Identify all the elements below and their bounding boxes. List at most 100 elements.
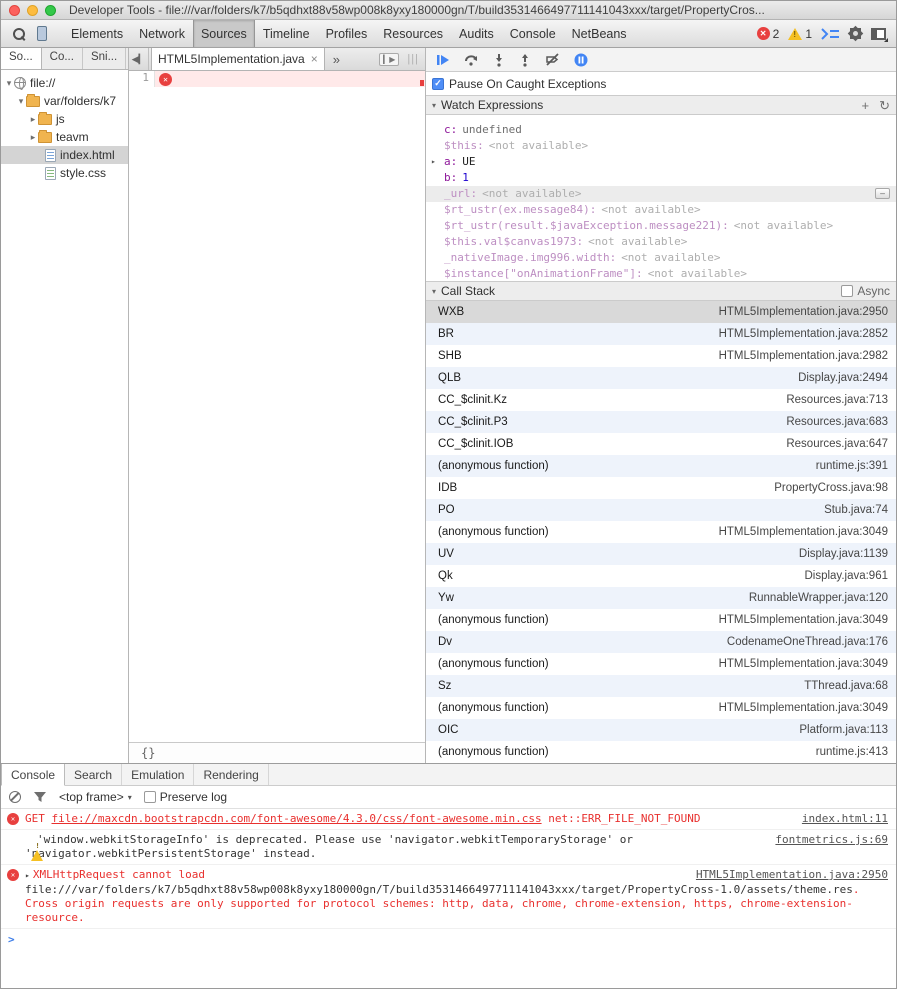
- tree-item-folder[interactable]: ▸ teavm: [1, 128, 128, 146]
- call-stack-frame[interactable]: SHBHTML5Implementation.java:2982: [426, 345, 896, 367]
- watch-expression[interactable]: _nativeImage.img996.width:<not available…: [426, 250, 896, 266]
- tree-item-origin[interactable]: ▾ file://: [1, 74, 128, 92]
- console-prompt[interactable]: >: [1, 929, 896, 951]
- console-message-error[interactable]: ✕ HTML5Implementation.java:2950 ▸XMLHttp…: [1, 865, 896, 929]
- error-count-badge[interactable]: ✕ 2: [757, 27, 780, 41]
- console-message-warning[interactable]: ! fontmetrics.js:69 'window.webkitStorag…: [1, 830, 896, 865]
- watch-expression[interactable]: b:1: [426, 170, 896, 186]
- call-stack-frame[interactable]: IDBPropertyCross.java:98: [426, 477, 896, 499]
- tab-netbeans[interactable]: NetBeans: [564, 20, 635, 47]
- deactivate-breakpoints-icon[interactable]: [545, 53, 560, 66]
- tab-profiles[interactable]: Profiles: [318, 20, 376, 47]
- device-mode-icon[interactable]: [31, 24, 53, 44]
- collapse-icon[interactable]: ▾: [16, 96, 26, 107]
- call-stack-frame[interactable]: CC_$clinit.P3Resources.java:683: [426, 411, 896, 433]
- minimize-window-button[interactable]: [27, 5, 38, 16]
- expand-icon[interactable]: ▸: [28, 114, 38, 125]
- tab-audits[interactable]: Audits: [451, 20, 502, 47]
- watch-expression[interactable]: c:undefined: [426, 122, 896, 138]
- call-stack-frame[interactable]: CC_$clinit.IOBResources.java:647: [426, 433, 896, 455]
- pretty-print-button[interactable]: {}: [141, 746, 155, 760]
- collapse-icon[interactable]: ▾: [432, 101, 436, 110]
- add-watch-icon[interactable]: +: [862, 99, 870, 112]
- drawer-tab-search[interactable]: Search: [65, 764, 122, 785]
- watch-expression[interactable]: $this.val$canvas1973:<not available>: [426, 234, 896, 250]
- editor-panel-toggle-icon[interactable]: ▎▶: [379, 53, 399, 66]
- watch-expressions-header[interactable]: ▾ Watch Expressions + ↻: [426, 95, 896, 115]
- filter-icon[interactable]: [33, 791, 47, 803]
- call-stack-frame[interactable]: CC_$clinit.KzResources.java:713: [426, 389, 896, 411]
- call-stack-frame[interactable]: OICPlatform.java:113: [426, 719, 896, 741]
- close-tab-icon[interactable]: ×: [311, 52, 318, 66]
- show-navigator-icon[interactable]: ◀▎: [129, 48, 149, 70]
- tree-item-file[interactable]: style.css: [1, 164, 128, 182]
- call-stack-frame[interactable]: YwRunnableWrapper.java:120: [426, 587, 896, 609]
- tab-snippets[interactable]: Sni...: [83, 48, 126, 69]
- more-tabs-icon[interactable]: »: [325, 48, 348, 70]
- call-stack-frame[interactable]: QkDisplay.java:961: [426, 565, 896, 587]
- call-stack-frame[interactable]: (anonymous function)HTML5Implementation.…: [426, 653, 896, 675]
- console-message-error[interactable]: ✕ index.html:11 GET file://maxcdn.bootst…: [1, 809, 896, 830]
- delete-watch-icon[interactable]: —: [875, 188, 890, 199]
- drawer-tab-emulation[interactable]: Emulation: [122, 764, 194, 785]
- tab-resources[interactable]: Resources: [375, 20, 451, 47]
- watch-expression[interactable]: $rt_ustr(ex.message84):<not available>: [426, 202, 896, 218]
- zoom-window-button[interactable]: [45, 5, 56, 16]
- expand-icon[interactable]: ▸: [431, 154, 436, 170]
- watch-expression[interactable]: ▸ a:UE: [426, 154, 896, 170]
- tab-content-scripts[interactable]: Co...: [42, 48, 83, 69]
- close-window-button[interactable]: [9, 5, 20, 16]
- editor-tab[interactable]: HTML5Implementation.java ×: [151, 48, 325, 70]
- watch-expression[interactable]: $this:<not available>: [426, 138, 896, 154]
- tab-console[interactable]: Console: [502, 20, 564, 47]
- source-link[interactable]: index.html:11: [802, 812, 888, 826]
- toggle-drawer-icon[interactable]: [821, 28, 840, 40]
- call-stack-header[interactable]: ▾ Call Stack Async: [426, 281, 896, 301]
- warning-count-badge[interactable]: ! 1: [788, 27, 812, 41]
- frame-selector[interactable]: <top frame> ▾: [59, 790, 132, 804]
- message-url[interactable]: file://maxcdn.bootstrapcdn.com/font-awes…: [52, 812, 542, 825]
- call-stack-frame[interactable]: UVDisplay.java:1139: [426, 543, 896, 565]
- collapse-icon[interactable]: ▾: [432, 287, 436, 296]
- refresh-watch-icon[interactable]: ↻: [879, 99, 890, 112]
- watch-expression[interactable]: $rt_ustr(result.$javaException.message22…: [426, 218, 896, 234]
- call-stack-frame[interactable]: (anonymous function)runtime.js:413: [426, 741, 896, 763]
- call-stack-frame[interactable]: WXBHTML5Implementation.java:2950: [426, 301, 896, 323]
- source-link[interactable]: HTML5Implementation.java:2950: [696, 868, 888, 882]
- async-checkbox[interactable]: [841, 285, 853, 297]
- expand-icon[interactable]: ▸: [28, 132, 38, 143]
- pause-on-exceptions-icon[interactable]: [574, 53, 588, 67]
- watch-expression[interactable]: $instance["onAnimationFrame"]:<not avail…: [426, 266, 896, 281]
- resume-script-icon[interactable]: [436, 54, 450, 66]
- tree-item-folder[interactable]: ▾ var/folders/k7: [1, 92, 128, 110]
- call-stack-frame[interactable]: (anonymous function)HTML5Implementation.…: [426, 521, 896, 543]
- collapse-icon[interactable]: ▾: [4, 78, 14, 89]
- expand-icon[interactable]: ▸: [25, 871, 30, 880]
- splitter-grip-icon[interactable]: |||: [407, 53, 419, 65]
- source-editor[interactable]: 1 ✕: [129, 71, 425, 742]
- tab-network[interactable]: Network: [131, 20, 193, 47]
- call-stack-frame[interactable]: (anonymous function)runtime.js:391: [426, 455, 896, 477]
- call-stack-frame[interactable]: POStub.java:74: [426, 499, 896, 521]
- clear-console-icon[interactable]: [9, 791, 21, 803]
- dock-side-icon[interactable]: [871, 28, 886, 40]
- preserve-log-checkbox[interactable]: [144, 791, 156, 803]
- call-stack-frame[interactable]: QLBDisplay.java:2494: [426, 367, 896, 389]
- call-stack-frame[interactable]: SzTThread.java:68: [426, 675, 896, 697]
- watch-expression[interactable]: _url:<not available> —: [426, 186, 896, 202]
- pause-on-caught-checkbox[interactable]: ✓: [432, 78, 444, 90]
- tab-elements[interactable]: Elements: [63, 20, 131, 47]
- step-out-icon[interactable]: [519, 53, 531, 67]
- call-stack-frame[interactable]: BRHTML5Implementation.java:2852: [426, 323, 896, 345]
- drawer-tab-console[interactable]: Console: [1, 764, 65, 786]
- step-into-icon[interactable]: [493, 53, 505, 67]
- line-number[interactable]: 1: [129, 71, 155, 87]
- tree-item-file-selected[interactable]: index.html: [1, 146, 128, 164]
- tree-item-folder[interactable]: ▸ js: [1, 110, 128, 128]
- call-stack-frame[interactable]: (anonymous function)HTML5Implementation.…: [426, 609, 896, 631]
- inspect-element-icon[interactable]: [7, 24, 29, 44]
- call-stack-frame[interactable]: DvCodenameOneThread.java:176: [426, 631, 896, 653]
- tab-sources[interactable]: Sources: [193, 20, 255, 47]
- tab-sources-files[interactable]: So...: [1, 48, 42, 69]
- source-link[interactable]: fontmetrics.js:69: [775, 833, 888, 847]
